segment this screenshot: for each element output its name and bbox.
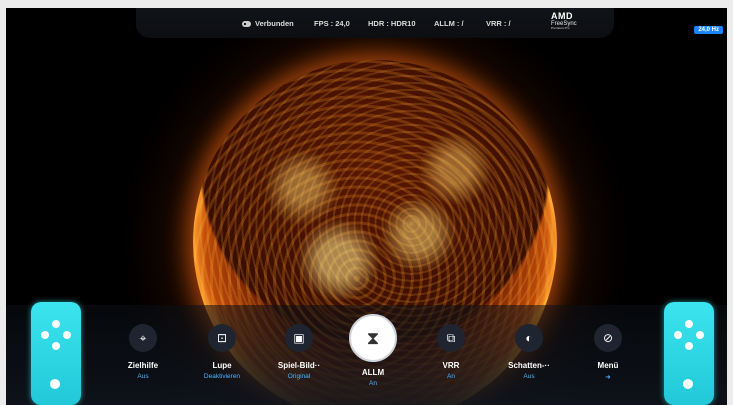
crosshair-icon: ⌖ xyxy=(129,324,157,352)
menu-schatten[interactable]: ◐ Schatten-·· Aus xyxy=(494,324,564,380)
vrr-readout: VRR : / xyxy=(486,19,511,28)
menu-allm[interactable]: ⧗ ALLM An xyxy=(338,314,408,387)
left-controller-icon xyxy=(31,302,81,405)
contrast-icon: ◐ xyxy=(515,324,543,352)
status-bar: Verbunden FPS : 24,0 HDR : HDR10 ALLM : … xyxy=(136,8,614,38)
connection-status: Verbunden xyxy=(242,19,294,28)
allm-readout: ALLM : / xyxy=(434,19,464,28)
vrr-icon: ⧉ xyxy=(437,324,465,352)
menu-menue[interactable]: ⊘ Menü ➜ xyxy=(573,324,643,381)
menu-vrr[interactable]: ⧉ VRR An xyxy=(416,324,486,380)
gamepad-icon xyxy=(242,21,251,28)
picture-icon: ▣ xyxy=(285,324,313,352)
menu-compass-icon: ⊘ xyxy=(594,324,622,352)
amd-freesync-logo: AMD FreeSync Premium Pro xyxy=(551,11,577,30)
magnifier-icon: ⊡ xyxy=(208,324,236,352)
fps-readout: FPS : 24,0 xyxy=(314,19,350,28)
menu-zielhilfe[interactable]: ⌖ Zielhilfe Aus xyxy=(108,324,178,380)
hdr-readout: HDR : HDR10 xyxy=(368,19,416,28)
menu-lupe[interactable]: ⊡ Lupe Deaktivieren xyxy=(187,324,257,380)
game-screen: Verbunden FPS : 24,0 HDR : HDR10 ALLM : … xyxy=(6,8,727,405)
refresh-rate-badge: 24,0 Hz xyxy=(694,26,723,34)
hourglass-icon: ⧗ xyxy=(349,314,397,362)
right-controller-icon xyxy=(664,302,714,405)
menu-spiel-bild[interactable]: ▣ Spiel-Bild·· Original xyxy=(264,324,334,380)
